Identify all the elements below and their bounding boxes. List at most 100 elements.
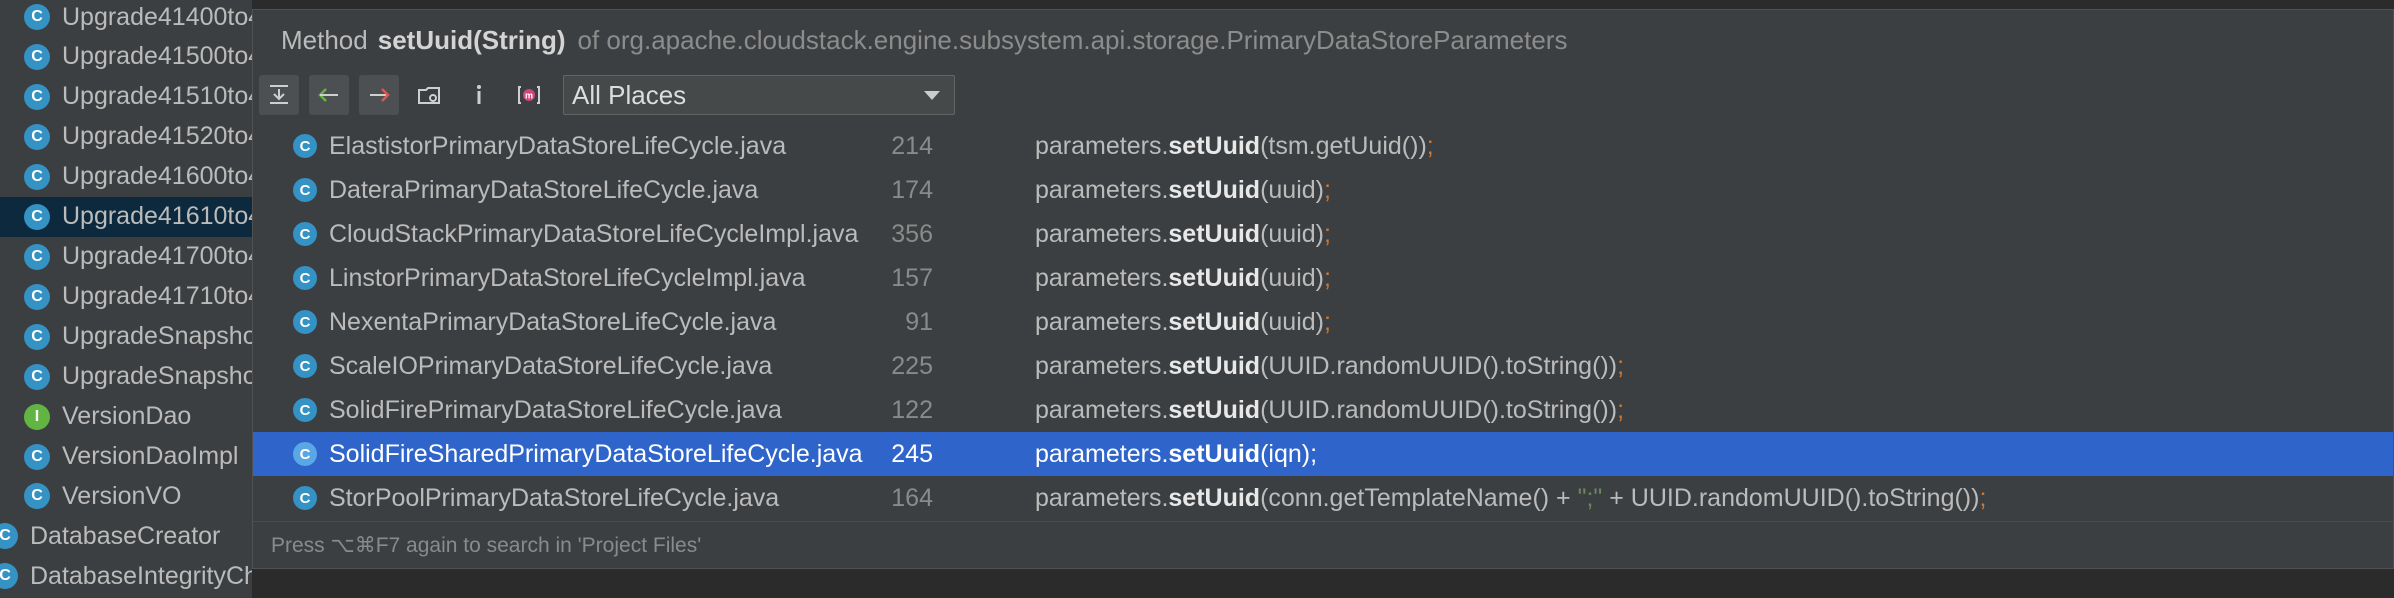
code-arguments: (UUID.randomUUID().toString()) xyxy=(1260,351,1618,380)
tree-item-label: VersionDaoImpl xyxy=(62,442,239,470)
code-receiver: parameters. xyxy=(1035,395,1169,424)
code-receiver: parameters. xyxy=(1035,351,1169,380)
usage-kind: Method xyxy=(281,24,368,55)
class-icon: C xyxy=(24,283,50,310)
result-code-snippet: parameters.setUuid(uuid); xyxy=(1035,264,1331,293)
result-code-snippet: parameters.setUuid(uuid); xyxy=(1035,176,1331,205)
tree-item[interactable]: I VersionDao xyxy=(24,397,252,437)
result-line-number: 91 xyxy=(905,307,933,336)
code-arguments: (iqn) xyxy=(1260,439,1311,468)
scope-value: All Places xyxy=(572,79,687,110)
tree-item-label: Upgrade41610to41700 xyxy=(62,202,252,231)
popup-toolbar: m All Places xyxy=(259,72,2393,118)
info-button[interactable] xyxy=(459,75,499,115)
result-code-snippet: parameters.setUuid(tsm.getUuid()); xyxy=(1035,132,1434,161)
code-receiver: parameters. xyxy=(1035,439,1169,468)
tree-item[interactable]: C Upgrade41500to41510 xyxy=(24,37,252,77)
result-code-snippet: parameters.setUuid(uuid); xyxy=(1035,308,1331,337)
usage-result-row[interactable]: C DateraPrimaryDataStoreLifeCycle.java 174… xyxy=(253,168,2393,212)
result-file-name: CloudStackPrimaryDataStoreLifeCycleImpl.… xyxy=(329,219,859,248)
next-occurrence-icon xyxy=(370,88,390,102)
usage-results-list: C ElastistorPrimaryDataStoreLifeCycle.jav… xyxy=(253,124,2393,520)
popup-header: Method setUuid(String) of org.apache.clo… xyxy=(253,10,2393,70)
usage-result-row[interactable]: C CloudStackPrimaryDataStoreLifeCycleImpl… xyxy=(253,212,2393,256)
tree-item[interactable]: C DatabaseCreator xyxy=(0,516,252,556)
next-occurrence-button[interactable] xyxy=(359,75,399,115)
tree-item-label: Upgrade41500to41510 xyxy=(62,42,252,71)
code-receiver: parameters. xyxy=(1035,175,1169,204)
code-arguments: (tsm.getUuid()) xyxy=(1260,131,1427,160)
interface-icon: I xyxy=(24,403,50,430)
popup-footer-hint: Press ⌥⌘F7 again to search in 'Project F… xyxy=(253,521,2393,568)
code-arguments: + UUID.randomUUID().toString()) xyxy=(1602,483,1980,512)
tree-item[interactable]: C VersionDaoImpl xyxy=(24,437,252,477)
project-tree[interactable]: C Upgrade41400to41500 C Upgrade41500to41510… xyxy=(0,0,252,598)
code-semicolon: ; xyxy=(1324,219,1331,248)
code-semicolon: ; xyxy=(1426,131,1434,160)
code-method-name: setUuid xyxy=(1168,175,1261,204)
result-line-number: 225 xyxy=(891,351,933,380)
result-line-number: 356 xyxy=(891,219,933,248)
usage-result-row[interactable]: C SolidFirePrimaryDataStoreLifeCycle.java… xyxy=(253,388,2393,432)
class-icon: C xyxy=(293,310,317,334)
tree-item-label: Upgrade41520to41600 xyxy=(62,122,252,151)
code-arguments: (uuid) xyxy=(1260,219,1324,248)
scope-dropdown[interactable]: All Places xyxy=(563,75,955,115)
filter-settings-button[interactable] xyxy=(409,75,449,115)
result-line-number: 245 xyxy=(891,439,933,468)
usage-result-row[interactable]: C ScaleIOPrimaryDataStoreLifeCycle.java 22… xyxy=(253,344,2393,388)
class-icon: C xyxy=(293,134,317,158)
code-method-name: setUuid xyxy=(1168,439,1261,468)
tree-item-label: Upgrade41400to41500 xyxy=(62,2,252,31)
tree-item-label: VersionDao xyxy=(62,402,192,431)
code-arguments: (UUID.randomUUID().toString()) xyxy=(1260,395,1618,424)
class-icon: C xyxy=(24,443,50,470)
tree-item-label: Upgrade41700to41710 xyxy=(62,242,252,271)
tree-item-label: Upgrade41510to41520 xyxy=(62,82,252,111)
code-string-literal: ";" xyxy=(1577,483,1603,512)
code-semicolon: ; xyxy=(1324,263,1331,292)
tree-item[interactable]: C Upgrade41710to41800 xyxy=(24,277,252,317)
code-arguments: (uuid) xyxy=(1260,175,1324,204)
code-arguments: (uuid) xyxy=(1260,263,1324,292)
class-icon: C xyxy=(24,243,50,270)
tree-item-label: Upgrade41710to41800 xyxy=(62,282,252,311)
tree-item[interactable]: C UpgradeSnapshot223to224 xyxy=(24,357,252,397)
result-file-name: DateraPrimaryDataStoreLifeCycle.java xyxy=(329,175,759,204)
tree-item[interactable]: C UpgradeSnapshot217to224 xyxy=(24,317,252,357)
tree-item[interactable]: C DatabaseIntegrityChecker xyxy=(0,556,252,596)
find-usages-popup: Method setUuid(String) of org.apache.clo… xyxy=(252,9,2394,569)
code-method-name: setUuid xyxy=(1168,307,1261,336)
tree-item[interactable]: C Upgrade41510to41520 xyxy=(24,77,252,117)
tree-item[interactable]: C Upgrade41520to41600 xyxy=(24,117,252,157)
tree-item-label: DatabaseCreator xyxy=(30,521,221,550)
result-file-name: LinstorPrimaryDataStoreLifeCycleImpl.jav… xyxy=(329,263,806,292)
tree-item[interactable]: C Upgrade41700to41710 xyxy=(24,237,252,277)
result-line-number: 164 xyxy=(891,483,933,512)
method-signature: setUuid(String) xyxy=(377,24,566,55)
merge-usages-button[interactable] xyxy=(259,75,299,115)
tree-item-label: DatabaseIntegrityChecker xyxy=(30,561,252,590)
class-icon: C xyxy=(24,4,50,30)
previous-occurrence-icon xyxy=(318,88,338,102)
previous-occurrence-button[interactable] xyxy=(309,75,349,115)
result-line-number: 157 xyxy=(891,263,933,292)
usage-result-row[interactable]: C LinstorPrimaryDataStoreLifeCycleImpl.ja… xyxy=(253,256,2393,300)
tree-item[interactable]: C Upgrade41600to41610 xyxy=(24,157,252,197)
code-method-name: setUuid xyxy=(1168,131,1261,160)
result-file-name: NexentaPrimaryDataStoreLifeCycle.java xyxy=(329,307,777,336)
preview-icon: m xyxy=(518,86,540,104)
filter-settings-icon xyxy=(418,87,440,104)
tree-item[interactable]: C VersionVO xyxy=(24,476,252,516)
tree-item[interactable]: C Upgrade41610to41700 xyxy=(0,196,252,237)
code-receiver: parameters. xyxy=(1035,131,1169,160)
usage-result-row[interactable]: C ElastistorPrimaryDataStoreLifeCycle.jav… xyxy=(253,124,2393,168)
usage-result-row[interactable]: C NexentaPrimaryDataStoreLifeCycle.java 91… xyxy=(253,300,2393,344)
result-file-name: ScaleIOPrimaryDataStoreLifeCycle.java xyxy=(329,351,773,380)
tree-item[interactable]: C Upgrade41400to41500 xyxy=(24,0,252,37)
preview-button[interactable]: m xyxy=(509,75,549,115)
usage-result-row[interactable]: C StorPoolPrimaryDataStoreLifeCycle.java 1… xyxy=(253,476,2393,520)
code-semicolon: ; xyxy=(1617,395,1625,424)
owner-class: of org.apache.cloudstack.engine.subsyste… xyxy=(577,24,1568,55)
usage-result-row[interactable]: C SolidFireSharedPrimaryDataStoreLifeCycl… xyxy=(253,432,2393,476)
